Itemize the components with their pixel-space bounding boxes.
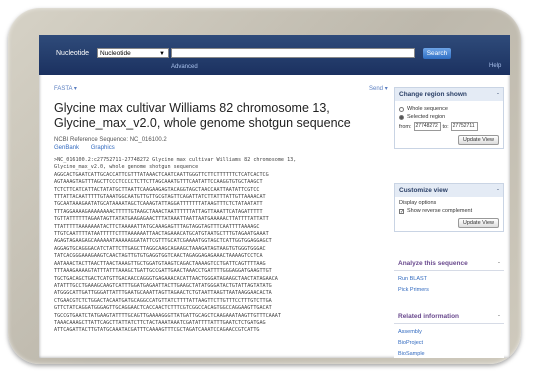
send-to-label: Send: [369, 86, 384, 92]
collapse-icon[interactable]: -: [497, 90, 499, 97]
biosample-link[interactable]: BioSample: [398, 351, 500, 357]
fasta-sequence: >NC_016100.2:c27752711-27748272 Glycine …: [54, 157, 384, 358]
section-title-text: Related information: [398, 313, 460, 320]
customize-view-panel: Customize view - Display options ✓ Show r…: [394, 183, 504, 232]
record-title: Glycine max cultivar Williams 82 chromos…: [54, 101, 351, 130]
section-title[interactable]: Related information -: [394, 310, 504, 324]
assembly-link[interactable]: Assembly: [398, 329, 500, 335]
search-button[interactable]: Search: [423, 48, 451, 59]
photo-frame: Nucleotide Nucleotide ▼ Search Advanced …: [8, 8, 521, 364]
screenshot-area: Nucleotide Nucleotide ▼ Search Advanced …: [39, 35, 510, 358]
to-label: to:: [442, 123, 449, 130]
send-to-menu[interactable]: Send ▾: [369, 85, 388, 92]
panel-title: Customize view: [399, 187, 448, 194]
radio-label: Whole sequence: [407, 106, 448, 112]
panel-header[interactable]: Change region shown -: [395, 88, 503, 101]
panel-header[interactable]: Customize view -: [395, 184, 503, 197]
refseq-value: NC_016100.2: [129, 137, 167, 143]
chevron-down-icon: ▾: [73, 86, 77, 92]
section-title-text: Analyze this sequence: [398, 260, 468, 267]
search-bar: Nucleotide Nucleotide ▼ Search Advanced …: [39, 35, 510, 75]
view-links: GenBank Graphics: [54, 145, 125, 151]
run-blast-link[interactable]: Run BLAST: [398, 276, 500, 282]
update-view-button[interactable]: Update View: [457, 135, 499, 145]
range-fields: from: 27748272 to: 27752711: [399, 122, 499, 131]
section-title[interactable]: Analyze this sequence -: [394, 257, 504, 271]
refseq-line: NCBI Reference Sequence: NC_016100.2: [54, 137, 167, 143]
help-link[interactable]: Help: [489, 63, 501, 69]
chevron-down-icon: ▾: [384, 86, 388, 92]
update-view-button[interactable]: Update View: [457, 218, 499, 228]
database-label: Nucleotide: [56, 50, 90, 57]
fasta-sequence-text: >NC_016100.2:c27752711-27748272 Glycine …: [54, 157, 297, 326]
panel-title: Change region shown: [399, 91, 467, 98]
checkbox-checked-icon: ✓: [399, 208, 405, 215]
chevron-down-icon: ▼: [159, 51, 165, 57]
reverse-complement-checkbox[interactable]: ✓ Show reverse complement: [399, 208, 499, 214]
collapse-icon[interactable]: -: [497, 186, 499, 193]
to-field[interactable]: 27752711: [450, 122, 478, 131]
database-select[interactable]: Nucleotide ▼: [97, 48, 169, 58]
related-section: Related information - Assembly BioProjec…: [394, 310, 504, 358]
radio-selected-region[interactable]: Selected region: [399, 114, 499, 120]
panel-body: Display options ✓ Show reverse complement…: [395, 197, 503, 231]
radio-label: Selected region: [407, 114, 446, 120]
radio-on-icon: [399, 114, 404, 120]
fasta-sequence-tail: ATTCAGATTACTTGTATGCAAATACGATTTCAAAAGTTTC…: [54, 327, 260, 334]
display-options-label: Display options: [399, 200, 437, 206]
advanced-link[interactable]: Advanced: [171, 64, 198, 70]
panel-body: Whole sequence Selected region from: 277…: [395, 101, 503, 148]
from-field[interactable]: 27748272: [413, 122, 441, 131]
pick-primers-link[interactable]: Pick Primers: [398, 287, 500, 293]
radio-off-icon: [399, 106, 404, 112]
database-select-value: Nucleotide: [100, 50, 131, 57]
format-label: FASTA: [54, 86, 73, 92]
search-input[interactable]: [171, 48, 415, 58]
checkbox-label: Show reverse complement: [407, 208, 473, 214]
collapse-icon[interactable]: -: [498, 259, 500, 266]
genbank-link[interactable]: GenBank: [54, 145, 79, 151]
from-label: from:: [399, 123, 412, 130]
refseq-label: NCBI Reference Sequence:: [54, 137, 129, 143]
analyze-section: Analyze this sequence - Run BLAST Pick P…: [394, 257, 504, 298]
graphics-link[interactable]: Graphics: [91, 145, 115, 151]
format-menu[interactable]: FASTA ▾: [54, 85, 77, 92]
bioproject-link[interactable]: BioProject: [398, 340, 500, 346]
change-region-panel: Change region shown - Whole sequence Sel…: [394, 87, 504, 149]
radio-whole-sequence[interactable]: Whole sequence: [399, 106, 499, 112]
collapse-icon[interactable]: -: [498, 312, 500, 319]
